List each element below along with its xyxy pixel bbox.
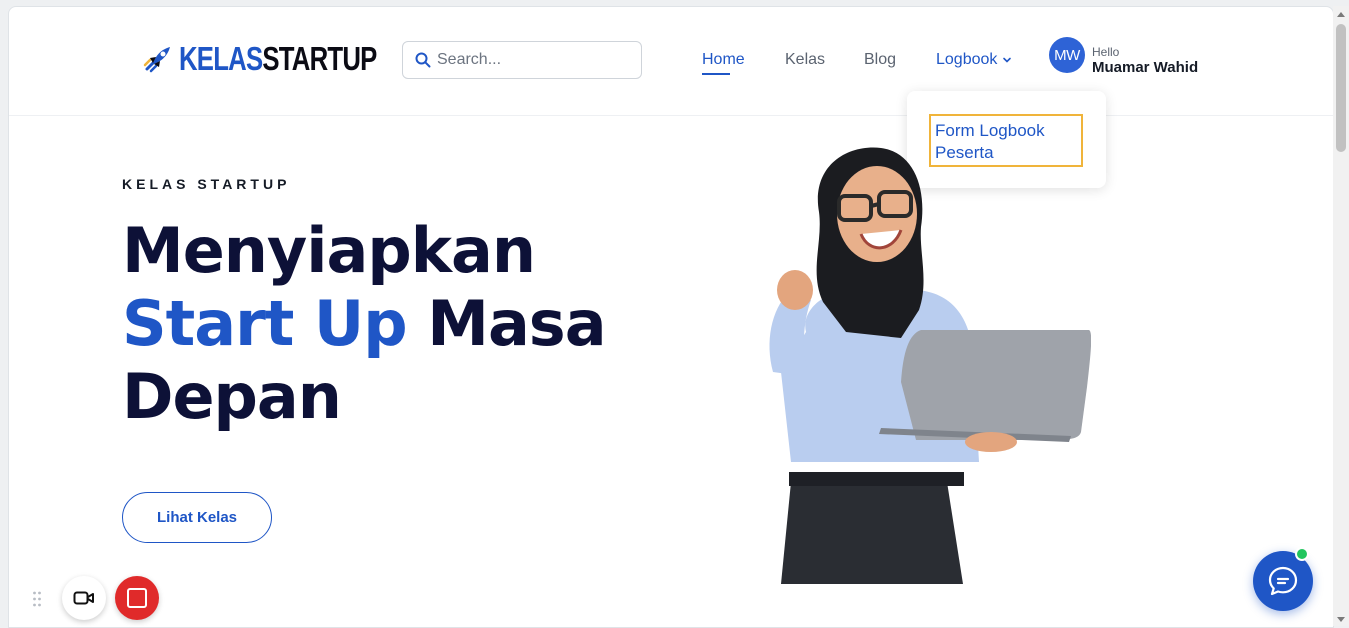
brand-logo[interactable]: KELASSTARTUP	[141, 40, 432, 78]
search-input[interactable]	[437, 51, 627, 69]
nav-logbook[interactable]: Logbook	[936, 51, 1012, 69]
hero-title-line3: Depan	[122, 360, 342, 433]
hero-eyebrow: KELAS STARTUP	[122, 176, 291, 192]
chevron-down-icon	[1003, 57, 1012, 63]
site-header: KELASSTARTUP Home Kelas Blog Logbook MW …	[9, 7, 1333, 116]
dropdown-item-line1: Form Logbook	[935, 121, 1045, 140]
nav-blog[interactable]: Blog	[864, 51, 896, 69]
browser-viewport: KELASSTARTUP Home Kelas Blog Logbook MW …	[8, 6, 1334, 628]
scroll-down-arrow-icon[interactable]	[1337, 617, 1345, 622]
nav-home[interactable]: Home	[702, 51, 745, 69]
rocket-icon	[143, 47, 170, 73]
search-icon	[415, 52, 431, 68]
nav-kelas[interactable]: Kelas	[785, 51, 825, 69]
search-box	[402, 41, 642, 79]
brand-kelas: KELAS	[179, 40, 263, 77]
user-name[interactable]: Muamar Wahid	[1092, 59, 1198, 76]
scroll-up-arrow-icon[interactable]	[1337, 12, 1345, 17]
hero-image-woman-with-laptop	[769, 147, 1091, 584]
camera-icon	[73, 591, 94, 605]
user-avatar[interactable]: MW	[1049, 37, 1085, 73]
nav-logbook-label: Logbook	[936, 51, 998, 68]
hero-title-line1: Menyiapkan	[122, 214, 536, 287]
hero-title-accent: Start Up	[122, 287, 408, 360]
scrollbar-thumb[interactable]	[1336, 24, 1346, 152]
hero-title: Menyiapkan Start Up Masa Depan	[122, 214, 607, 433]
online-status-indicator	[1295, 547, 1309, 561]
nav-active-underline	[702, 73, 730, 75]
stop-recording-button[interactable]	[115, 576, 159, 620]
lihat-kelas-button[interactable]: Lihat Kelas	[122, 492, 272, 543]
chat-icon	[1268, 566, 1298, 596]
hero-title-line2: Masa	[427, 287, 606, 360]
stop-record-icon	[127, 588, 147, 608]
camera-button[interactable]	[62, 576, 106, 620]
brand-startup: STARTUP	[262, 40, 377, 77]
user-greeting: Hello	[1092, 45, 1120, 59]
brand-name: KELASSTARTUP	[179, 40, 377, 78]
page-scrollbar[interactable]	[1333, 6, 1349, 626]
drag-handle-icon[interactable]	[32, 590, 42, 608]
